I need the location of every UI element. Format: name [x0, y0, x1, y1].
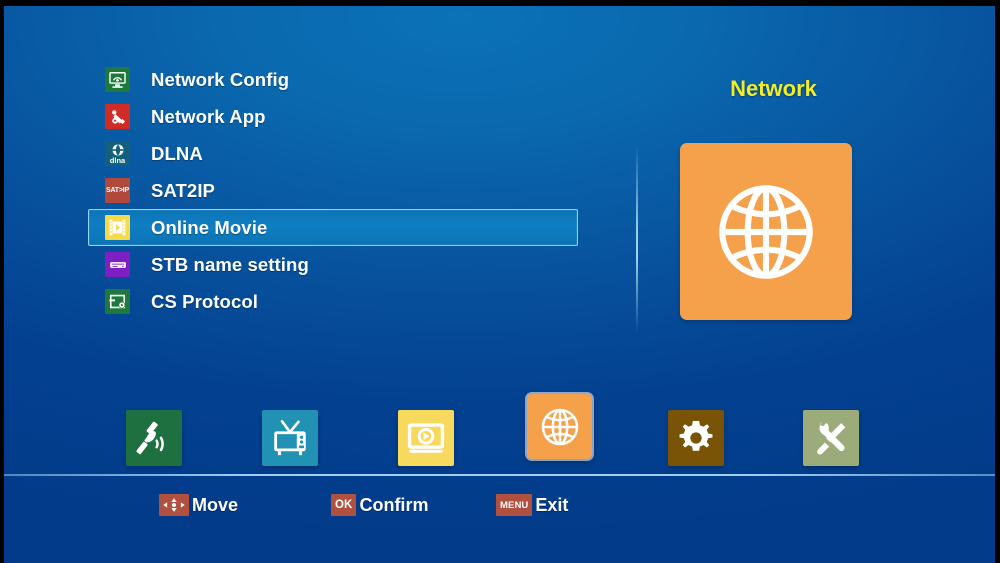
menu-item-dlna[interactable]: dlna DLNA — [88, 135, 578, 172]
hint-move: Move — [159, 492, 238, 518]
letterbox-left — [0, 0, 4, 563]
menu-item-label: STB name setting — [151, 253, 309, 275]
cs-protocol-icon — [105, 289, 130, 314]
menu-key-badge: MENU — [496, 494, 533, 516]
dlna-icon: dlna — [105, 141, 130, 166]
menu-item-cs-protocol[interactable]: CS Protocol — [88, 283, 578, 320]
dlna-wordmark: dlna — [109, 156, 126, 165]
page-title: Network — [730, 76, 817, 101]
stb-name-icon — [105, 252, 130, 277]
hint-label: Exit — [535, 494, 569, 515]
globe-icon — [541, 408, 578, 445]
hint-confirm: OK Confirm — [331, 492, 428, 518]
letterbox-top — [0, 0, 1000, 6]
dpad-icon — [159, 494, 189, 516]
media-play-icon — [407, 423, 445, 454]
tools-icon — [817, 422, 846, 455]
sat2ip-wordmark: SAT>IP — [106, 187, 129, 194]
sat2ip-icon: SAT>IP — [105, 178, 130, 203]
hint-bar-divider — [4, 474, 995, 476]
panel-divider — [636, 144, 638, 332]
network-config-icon — [105, 67, 130, 92]
menu-item-label: DLNA — [151, 142, 203, 164]
letterbox-right — [995, 0, 1000, 563]
menu-item-label: Network App — [151, 105, 266, 127]
rail-item-tv-channels[interactable] — [262, 410, 318, 466]
rail-item-tools[interactable] — [803, 410, 859, 466]
television-icon — [274, 420, 306, 456]
network-menu-list: Network Config Network App dlna DLNA SAT… — [88, 61, 578, 320]
rail-item-satellite-installation[interactable] — [126, 410, 182, 466]
menu-item-sat2ip[interactable]: SAT>IP SAT2IP — [88, 172, 578, 209]
hint-label: Move — [192, 494, 239, 515]
menu-item-stb-name-setting[interactable]: STB name setting — [88, 246, 578, 283]
network-app-icon — [105, 104, 130, 129]
hint-bar: Move OK Confirm MENU Exit — [4, 492, 995, 528]
ui-stage: Network Config Network App dlna DLNA SAT… — [4, 6, 995, 563]
globe-icon — [719, 184, 813, 279]
hint-label: Confirm — [359, 494, 429, 515]
hint-exit: MENU Exit — [496, 492, 568, 518]
main-menu-rail — [4, 388, 995, 474]
satellite-dish-icon — [136, 421, 164, 455]
network-preview-tile — [680, 143, 852, 320]
gear-icon — [679, 421, 713, 451]
menu-item-label: CS Protocol — [151, 290, 258, 312]
rail-item-settings[interactable] — [668, 410, 724, 466]
menu-item-online-movie[interactable]: Online Movie — [88, 209, 578, 246]
rail-item-network[interactable] — [527, 394, 592, 459]
rail-item-media-player[interactable] — [398, 410, 454, 466]
set-top-box-screen: Network Config Network App dlna DLNA SAT… — [0, 0, 1000, 563]
menu-item-label: Network Config — [151, 68, 290, 90]
menu-item-network-app[interactable]: Network App — [88, 98, 578, 135]
menu-item-label: SAT2IP — [151, 179, 215, 201]
ok-key-badge: OK — [331, 494, 357, 516]
menu-item-network-config[interactable]: Network Config — [88, 61, 578, 98]
online-movie-icon — [105, 215, 130, 240]
menu-item-label: Online Movie — [151, 216, 268, 238]
